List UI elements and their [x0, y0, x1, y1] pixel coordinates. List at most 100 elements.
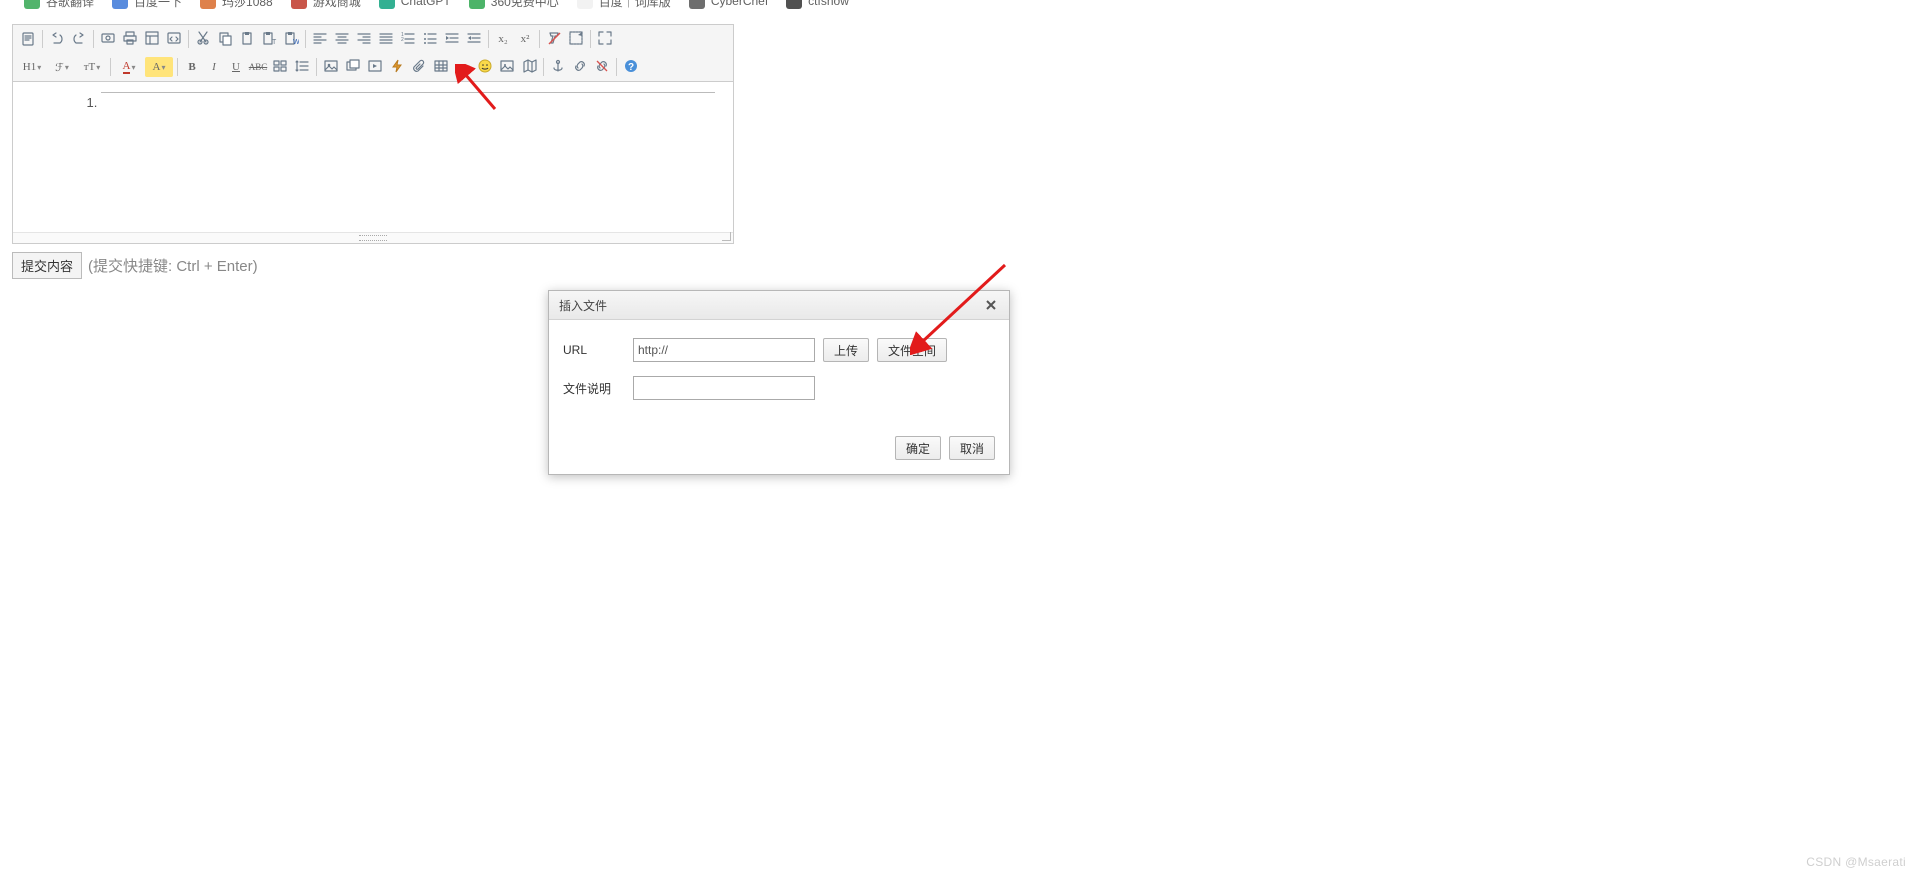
print-button[interactable]: [120, 29, 140, 49]
unlink-button[interactable]: [592, 57, 612, 77]
copy-button[interactable]: [215, 29, 235, 49]
font-size-button[interactable]: ᴛT▾: [78, 57, 106, 77]
font-family-icon: ℱ: [55, 61, 64, 74]
code-button[interactable]: [164, 29, 184, 49]
align-right-icon: [356, 30, 372, 49]
media-button[interactable]: [365, 57, 385, 77]
emoji-button[interactable]: [475, 57, 495, 77]
dialog-titlebar[interactable]: 插入文件: [549, 291, 1009, 320]
url-input[interactable]: [633, 338, 815, 362]
bookmark-item[interactable]: 玛莎1088: [200, 0, 273, 10]
align-center-button[interactable]: [332, 29, 352, 49]
bookmark-item[interactable]: 百度一下: [112, 0, 182, 10]
bookmark-icon: [689, 0, 705, 9]
indent-button[interactable]: [442, 29, 462, 49]
file-desc-input[interactable]: [633, 376, 815, 400]
outdent-button[interactable]: [464, 29, 484, 49]
media-icon: [367, 58, 383, 77]
align-justify-icon: [378, 30, 394, 49]
unlink-icon: [594, 58, 610, 77]
superscript-icon: x²: [521, 33, 530, 45]
list-ol-button[interactable]: 12: [398, 29, 418, 49]
editor-content[interactable]: [13, 82, 733, 232]
preview-button[interactable]: [98, 29, 118, 49]
align-left-icon: [312, 30, 328, 49]
back-color-button[interactable]: A▾: [145, 57, 173, 77]
strike-icon: ABC: [249, 62, 268, 72]
list-item[interactable]: [101, 92, 715, 110]
paste-text-button[interactable]: T: [259, 29, 279, 49]
attachment-button[interactable]: [409, 57, 429, 77]
fullscreen-button[interactable]: [595, 29, 615, 49]
file-space-button[interactable]: 文件空间: [877, 338, 947, 362]
flash-icon: [389, 58, 405, 77]
cancel-button[interactable]: 取消: [949, 436, 995, 460]
dialog-close-button[interactable]: [983, 297, 999, 313]
map-icon: [521, 58, 537, 77]
underline-button[interactable]: U: [226, 57, 246, 77]
redo-button[interactable]: [69, 29, 89, 49]
strike-button[interactable]: ABC: [248, 57, 268, 77]
ok-button[interactable]: 确定: [895, 436, 941, 460]
bookmark-item[interactable]: 谷歌翻译: [24, 0, 94, 10]
bookmark-item[interactable]: 360免费中心: [469, 0, 559, 10]
align-justify-button[interactable]: [376, 29, 396, 49]
link-button[interactable]: [570, 57, 590, 77]
subscript-button[interactable]: x₂: [493, 29, 513, 49]
bookmark-label: 玛莎1088: [222, 0, 273, 10]
bookmark-icon: [469, 0, 485, 9]
select-all-button[interactable]: [566, 29, 586, 49]
upload-button[interactable]: 上传: [823, 338, 869, 362]
source-icon: [20, 30, 36, 49]
bookmark-label: ctfshow: [808, 0, 849, 8]
print-icon: [122, 30, 138, 49]
heading-button[interactable]: H1▾: [18, 57, 46, 77]
flash-button[interactable]: [387, 57, 407, 77]
hr-button[interactable]: [453, 57, 473, 77]
clear-format-button[interactable]: [544, 29, 564, 49]
superscript-button[interactable]: x²: [515, 29, 535, 49]
image-button[interactable]: [321, 57, 341, 77]
bookmark-icon: [24, 0, 40, 9]
font-family-button[interactable]: ℱ▾: [48, 57, 76, 77]
submit-button[interactable]: 提交内容: [12, 252, 82, 279]
editor-resize-handle[interactable]: [13, 232, 733, 243]
svg-text:T: T: [272, 39, 277, 46]
font-color-button[interactable]: A▾: [115, 57, 143, 77]
map-button[interactable]: [519, 57, 539, 77]
align-left-button[interactable]: [310, 29, 330, 49]
multi-image-icon: [345, 58, 361, 77]
editor-resize-corner[interactable]: [721, 231, 731, 241]
bookmark-icon: [112, 0, 128, 9]
svg-text:2: 2: [401, 37, 404, 43]
bookmark-item[interactable]: 游戏商城: [291, 0, 361, 10]
template-button[interactable]: [142, 29, 162, 49]
cut-button[interactable]: [193, 29, 213, 49]
about-button[interactable]: ?: [621, 57, 641, 77]
list-ul-button[interactable]: [420, 29, 440, 49]
bookmark-item[interactable]: CyberChef: [689, 0, 768, 9]
grid-layout-button[interactable]: [270, 57, 290, 77]
indent-icon: [444, 30, 460, 49]
line-height-button[interactable]: [292, 57, 312, 77]
special-char-button[interactable]: [497, 57, 517, 77]
bookmark-item[interactable]: 百度｜词库版: [577, 0, 671, 10]
anchor-button[interactable]: [548, 57, 568, 77]
bookmark-item[interactable]: ctfshow: [786, 0, 849, 9]
multi-image-button[interactable]: [343, 57, 363, 77]
undo-button[interactable]: [47, 29, 67, 49]
paste-word-button[interactable]: W: [281, 29, 301, 49]
align-right-button[interactable]: [354, 29, 374, 49]
table-button[interactable]: [431, 57, 451, 77]
heading-icon: H1: [23, 61, 36, 73]
subscript-icon: x₂: [498, 33, 507, 45]
paste-button[interactable]: [237, 29, 257, 49]
paste-text-icon: T: [261, 30, 277, 49]
source-button[interactable]: [18, 29, 38, 49]
svg-text:1: 1: [401, 32, 404, 38]
link-icon: [572, 58, 588, 77]
bookmark-item[interactable]: ChatGPT: [379, 0, 451, 9]
italic-button[interactable]: I: [204, 57, 224, 77]
bold-button[interactable]: B: [182, 57, 202, 77]
submit-hint: (提交快捷键: Ctrl + Enter): [88, 255, 258, 276]
